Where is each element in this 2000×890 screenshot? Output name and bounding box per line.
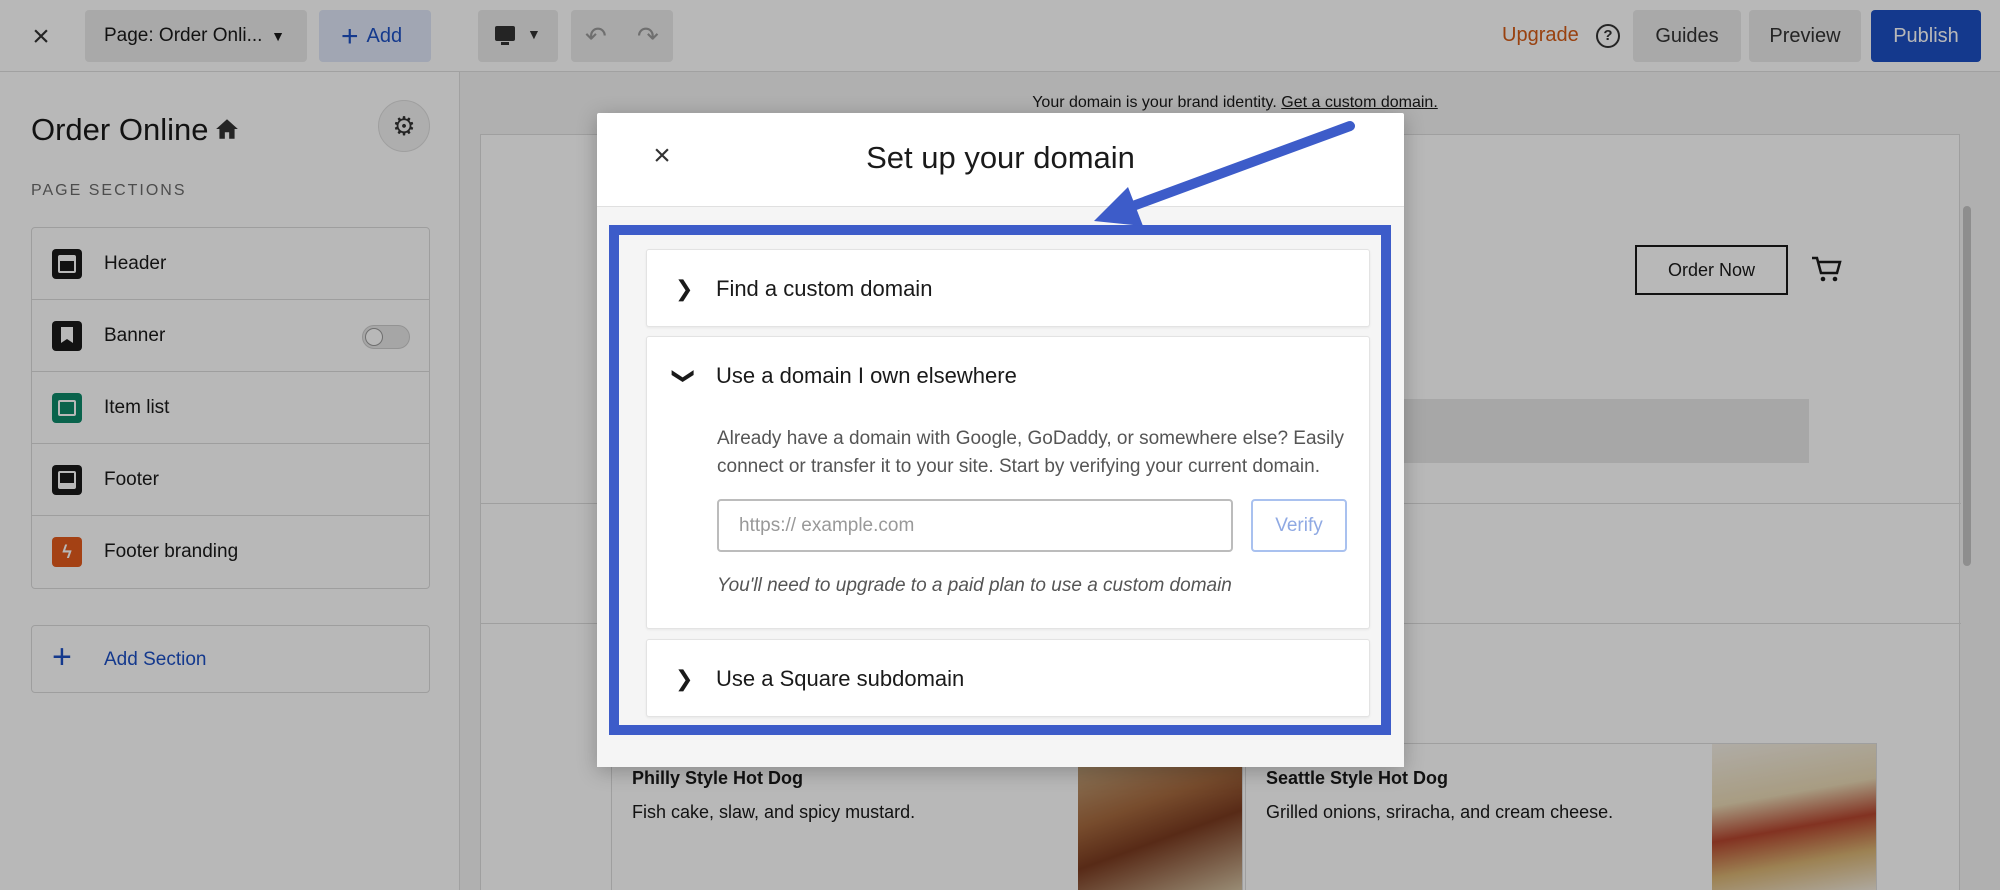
highlight-box: ❯ Find a custom domain ❯ Use a domain I …: [609, 225, 1391, 735]
chevron-right-icon: ❯: [675, 666, 694, 691]
chevron-down-icon: ❯: [672, 366, 698, 386]
accordion-square-subdomain[interactable]: ❯ Use a Square subdomain: [646, 639, 1370, 717]
verify-button[interactable]: Verify: [1251, 499, 1347, 552]
accordion-find-custom-domain[interactable]: ❯ Find a custom domain: [646, 249, 1370, 327]
upgrade-note: You'll need to upgrade to a paid plan to…: [717, 575, 1232, 596]
domain-setup-modal: × Set up your domain ❯ Find a custom dom…: [597, 113, 1404, 767]
accordion-label: Find a custom domain: [716, 276, 933, 301]
modal-title: Set up your domain: [866, 140, 1135, 175]
modal-body: ❯ Find a custom domain ❯ Use a domain I …: [597, 207, 1404, 767]
accordion-label: Use a domain I own elsewhere: [716, 363, 1017, 388]
accordion-use-own-domain[interactable]: ❯ Use a domain I own elsewhere Already h…: [646, 336, 1370, 629]
domain-url-input[interactable]: https:// example.com: [717, 499, 1233, 552]
own-domain-description: Already have a domain with Google, GoDad…: [717, 428, 1344, 477]
accordion-label: Use a Square subdomain: [716, 666, 965, 691]
chevron-right-icon: ❯: [675, 276, 694, 301]
